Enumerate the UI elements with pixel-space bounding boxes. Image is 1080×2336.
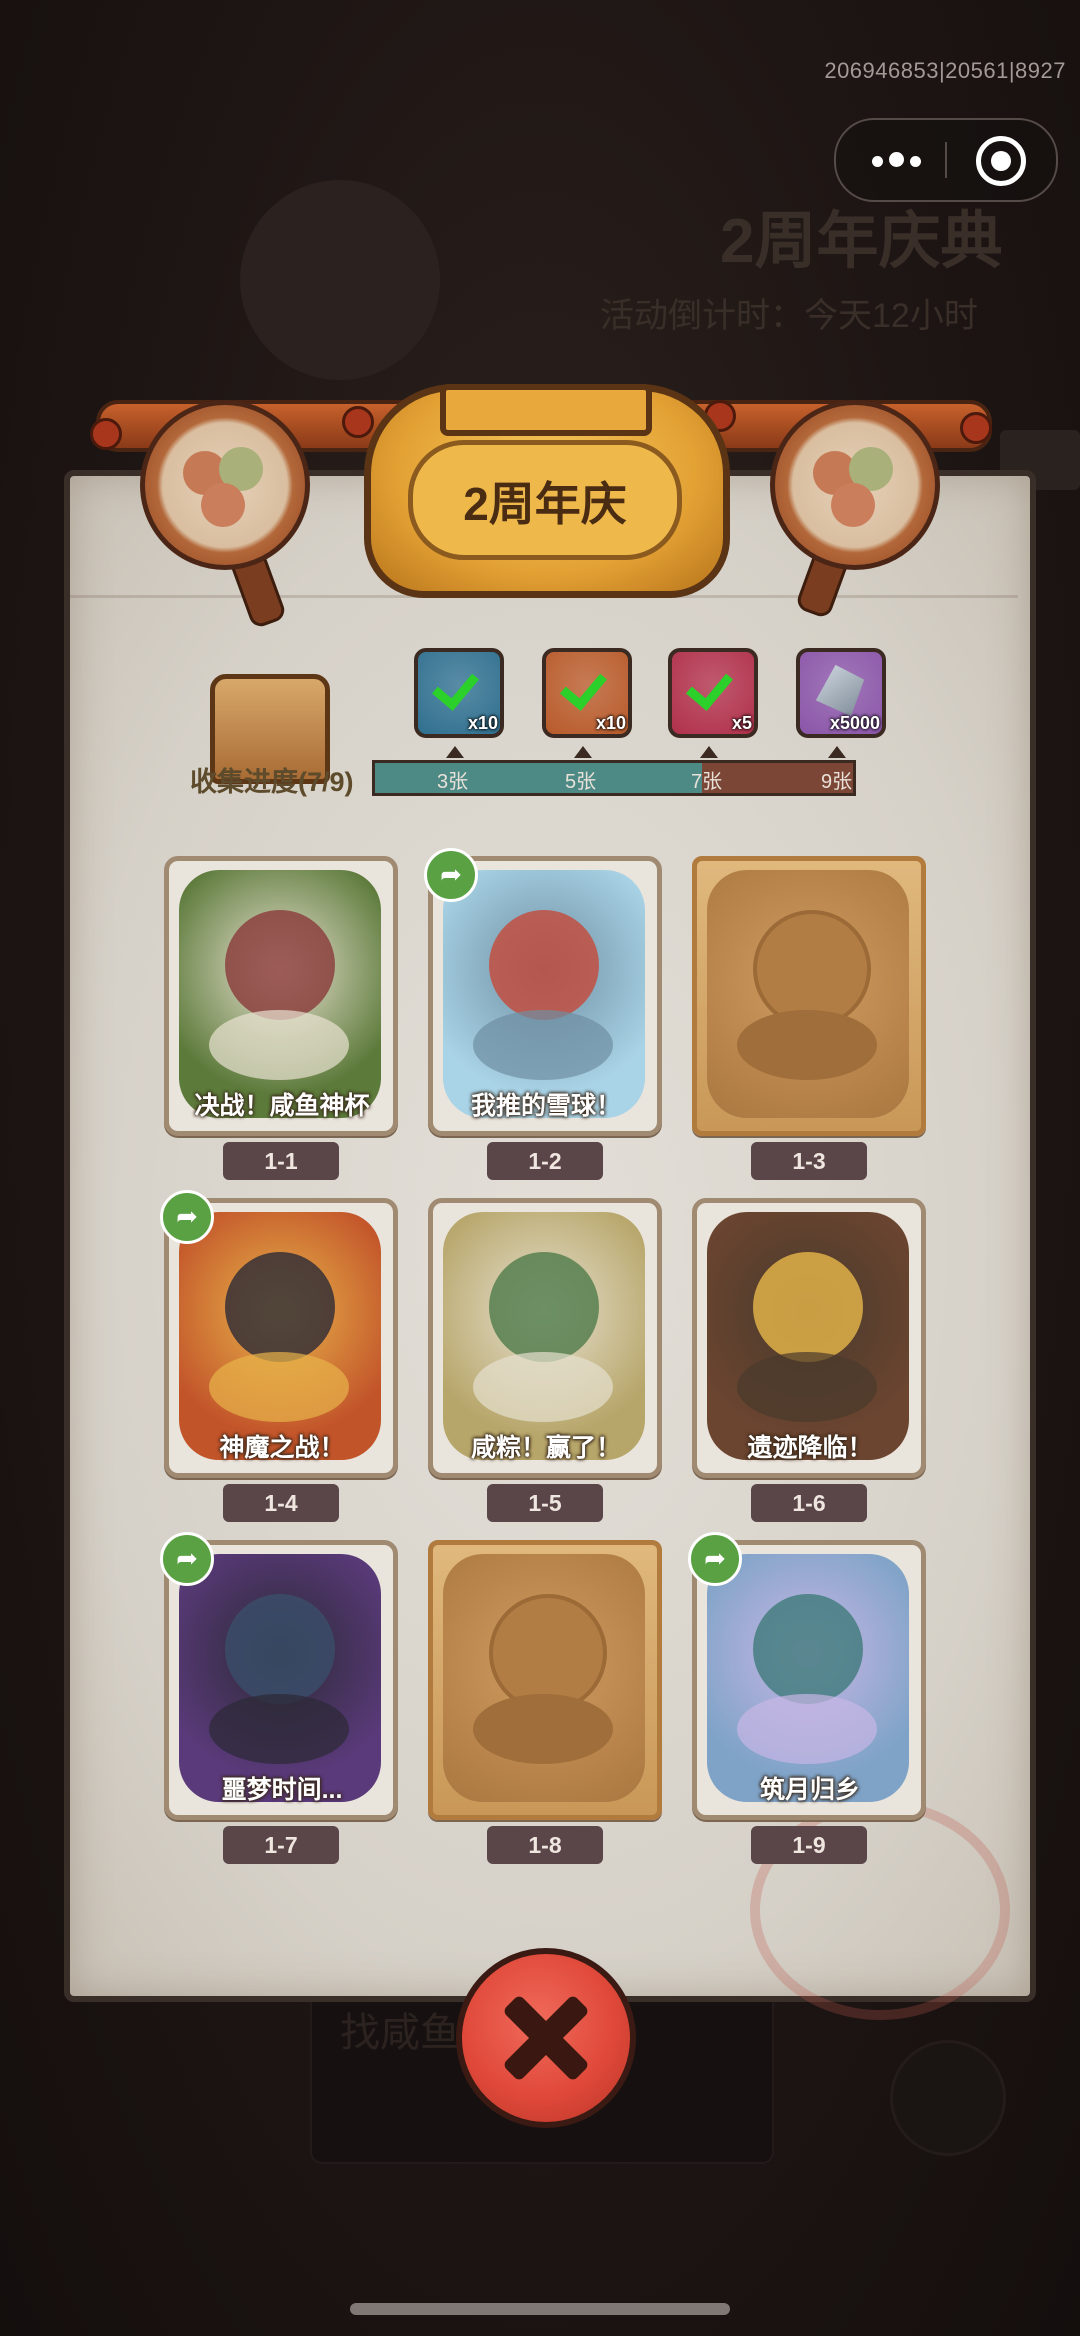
reward-item[interactable]: x5 — [668, 648, 758, 738]
milestone-label: 7张 — [691, 771, 723, 793]
reward-quantity: x10 — [595, 713, 626, 733]
rod-bead-right — [960, 412, 992, 444]
milestone-pointer-icon — [700, 746, 718, 758]
milestone-pointer-icon — [446, 746, 464, 758]
reward-quantity: x10 — [467, 713, 498, 733]
reward-item[interactable]: x10 — [542, 648, 632, 738]
card-number-tag: 1-6 — [751, 1484, 867, 1522]
home-indicator[interactable] — [350, 2303, 730, 2315]
milestone-pointer-icon — [828, 746, 846, 758]
card-caption: 噩梦时间... — [221, 1776, 343, 1804]
close-button[interactable] — [456, 1948, 636, 2128]
rod-bead-left — [90, 418, 122, 450]
story-card-1-5[interactable]: 咸粽！赢了！ — [428, 1198, 662, 1478]
claimed-check-icon — [434, 662, 480, 708]
rod-bead-inner-left — [342, 406, 374, 438]
art-ground — [473, 1352, 613, 1422]
more-options-icon[interactable] — [872, 146, 932, 174]
claimed-check-icon — [562, 662, 608, 708]
card-number-tag: 1-5 — [487, 1484, 603, 1522]
share-arrow-icon[interactable]: ➦ — [424, 848, 478, 902]
card-number-tag: 1-7 — [223, 1826, 339, 1864]
art-figure — [753, 1252, 863, 1362]
collect-progress-bar: 3张 5张 7张 9张 — [372, 760, 856, 796]
story-card-1-1[interactable]: 决战！咸鱼神杯 — [164, 856, 398, 1136]
locked-card-silhouette-icon — [443, 1554, 645, 1802]
card-caption: 神魔之战！ — [219, 1434, 345, 1462]
collect-progress-fill — [375, 763, 703, 793]
art-ground — [209, 1352, 349, 1422]
share-arrow-icon[interactable]: ➦ — [688, 1532, 742, 1586]
art-figure — [225, 1594, 335, 1704]
card-caption: 遗迹降临！ — [747, 1434, 873, 1462]
art-ground — [473, 1010, 613, 1080]
art-ground — [209, 1010, 349, 1080]
card-caption: 筑月归乡 — [759, 1776, 860, 1804]
art-figure — [225, 910, 335, 1020]
art-figure — [225, 1252, 335, 1362]
art-ground — [209, 1694, 349, 1764]
milestone-label: 9张 — [821, 771, 853, 793]
background-event-title: 2周年庆典 — [720, 207, 1003, 276]
background-mascot — [240, 180, 440, 380]
art-ground — [737, 1694, 877, 1764]
art-ground — [737, 1352, 877, 1422]
claimed-check-icon — [688, 662, 734, 708]
card-number-tag: 1-9 — [751, 1826, 867, 1864]
card-illustration — [179, 1212, 381, 1460]
silver-crystal-icon — [814, 663, 866, 718]
art-figure — [753, 1594, 863, 1704]
milestone-pointer-icon — [574, 746, 592, 758]
milestone-label: 3张 — [437, 771, 469, 793]
card-caption: 决战！咸鱼神杯 — [194, 1092, 370, 1120]
story-card-1-8[interactable] — [428, 1540, 662, 1820]
card-illustration — [179, 870, 381, 1118]
locked-card-silhouette-icon — [707, 870, 909, 1118]
card-illustration — [443, 1212, 645, 1460]
reward-quantity: x5000 — [829, 713, 880, 733]
share-arrow-icon[interactable]: ➦ — [160, 1190, 214, 1244]
card-number-tag: 1-1 — [223, 1142, 339, 1180]
collect-progress-label: 收集进度(7/9) — [190, 767, 354, 797]
share-arrow-icon[interactable]: ➦ — [160, 1532, 214, 1586]
card-number-tag: 1-8 — [487, 1826, 603, 1864]
debug-id-text: 206946853|20561|8927 — [824, 58, 1066, 83]
background-round-button — [890, 2040, 1006, 2156]
panel-title: 2周年庆 — [463, 478, 627, 530]
story-card-1-3[interactable] — [692, 856, 926, 1136]
drum-left-icon — [140, 400, 310, 570]
art-figure — [489, 1252, 599, 1362]
card-caption: 咸粽！赢了！ — [470, 1434, 621, 1462]
close-miniprogram-icon[interactable] — [976, 136, 1026, 186]
reward-item[interactable]: x10 — [414, 648, 504, 738]
card-illustration — [179, 1554, 381, 1802]
art-ground — [473, 1694, 613, 1764]
card-number-tag: 1-2 — [487, 1142, 603, 1180]
card-illustration — [707, 1554, 909, 1802]
art-figure — [489, 910, 599, 1020]
background-countdown: 活动倒计时：今天12小时 — [600, 297, 978, 335]
art-ground — [737, 1010, 877, 1080]
card-caption: 我推的雪球！ — [470, 1092, 621, 1120]
card-illustration — [707, 1212, 909, 1460]
reward-quantity: x5 — [731, 713, 752, 733]
title-plaque-top — [440, 384, 652, 436]
capsule-divider — [945, 142, 947, 178]
card-number-tag: 1-4 — [223, 1484, 339, 1522]
milestone-label: 5张 — [565, 771, 597, 793]
card-illustration — [443, 870, 645, 1118]
miniprogram-capsule — [834, 118, 1058, 202]
story-card-1-6[interactable]: 遗迹降临！ — [692, 1198, 926, 1478]
card-number-tag: 1-3 — [751, 1142, 867, 1180]
reward-item[interactable]: x5000 — [796, 648, 886, 738]
drum-right-icon — [770, 400, 940, 570]
